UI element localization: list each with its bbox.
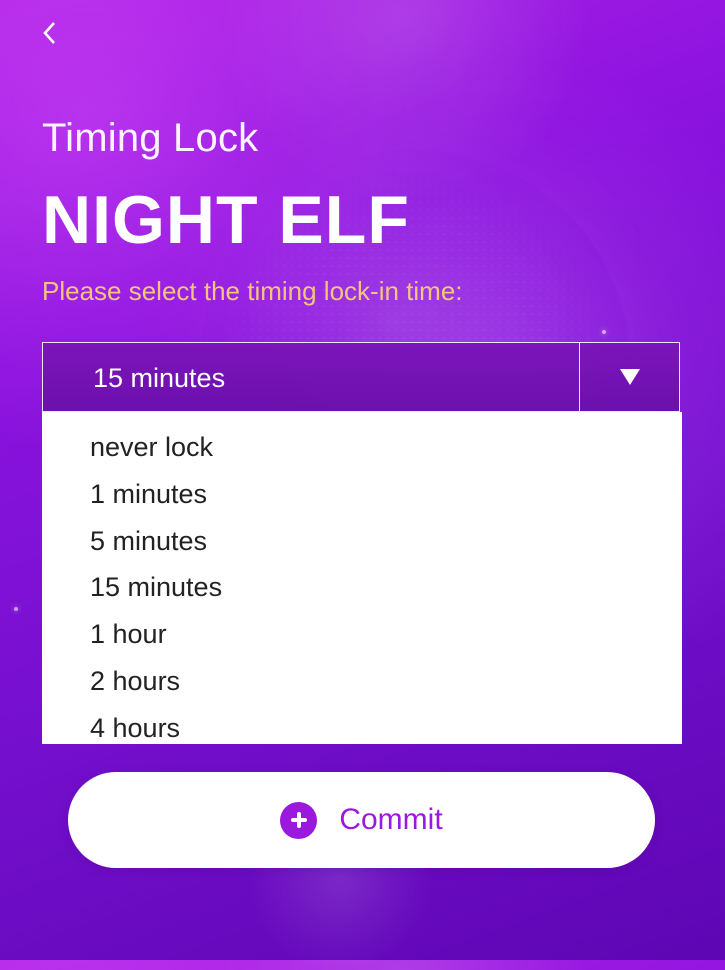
back-button[interactable] [34, 18, 64, 48]
dropdown-toggle[interactable] [579, 343, 679, 411]
commit-label: Commit [339, 803, 443, 836]
selected-value: 15 minutes [93, 363, 226, 393]
dropdown-select[interactable]: 15 minutes [42, 342, 680, 412]
background-dot [602, 330, 606, 334]
commit-button[interactable]: Commit [68, 772, 655, 868]
timing-lock-dropdown[interactable]: 15 minutes never lock 1 minutes 5 minute… [42, 342, 682, 744]
option-never-lock[interactable]: never lock [42, 424, 682, 471]
option-1-minutes[interactable]: 1 minutes [42, 471, 682, 518]
background-dot [14, 607, 18, 611]
instruction-text: Please select the timing lock-in time: [42, 276, 463, 306]
brand-title: NIGHT ELF [42, 182, 410, 258]
page-title: Timing Lock [42, 116, 259, 160]
option-4-hours[interactable]: 4 hours [42, 705, 682, 752]
plus-icon [280, 801, 318, 839]
option-2-hours[interactable]: 2 hours [42, 658, 682, 705]
chevron-down-icon [619, 369, 640, 385]
dropdown-menu: never lock 1 minutes 5 minutes 15 minute… [42, 412, 682, 744]
option-5-minutes[interactable]: 5 minutes [42, 518, 682, 565]
option-15-minutes[interactable]: 15 minutes [42, 564, 682, 611]
option-1-hour[interactable]: 1 hour [42, 611, 682, 658]
back-icon [43, 22, 55, 44]
